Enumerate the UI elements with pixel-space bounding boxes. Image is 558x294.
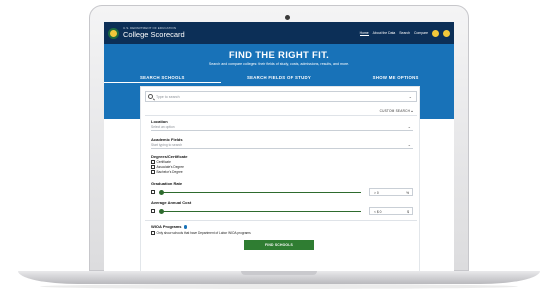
percent-unit: % — [406, 191, 409, 195]
search-icon — [148, 94, 153, 99]
degree-associate-checkbox[interactable]: Associate's Degree — [151, 165, 184, 169]
average-cost-checkbox[interactable] — [151, 209, 155, 213]
checkbox[interactable] — [151, 160, 155, 164]
nav-compare[interactable]: Compare — [414, 31, 428, 35]
brand[interactable]: U.S. DEPARTMENT OF EDUCATION College Sco… — [123, 27, 185, 39]
academic-fields-input[interactable]: Start typing to search ⌄ — [151, 142, 413, 149]
checkbox-label: Associate's Degree — [156, 165, 184, 169]
tab-search-fields-of-study[interactable]: SEARCH FIELDS OF STUDY — [221, 74, 338, 83]
degree-certificate-checkbox[interactable]: Certificate — [151, 160, 171, 164]
wioa-checkbox[interactable]: Only show schools that have Department o… — [151, 231, 251, 235]
tab-search-schools[interactable]: SEARCH SCHOOLS — [104, 74, 221, 83]
chevron-down-icon: ⌄ — [407, 124, 411, 129]
hero-title: FIND THE RIGHT FIT. — [228, 50, 330, 61]
wioa-label-text: WIOA Programs — [151, 224, 182, 229]
search-form: Type to search ⌄ CUSTOM SEARCH ▴ Locatio… — [140, 86, 420, 271]
location-placeholder: Select an option — [151, 125, 175, 129]
currency-unit: $ — [407, 210, 409, 214]
graduation-rate-slider-handle[interactable] — [159, 189, 164, 195]
divider — [145, 220, 417, 221]
average-cost-filter: < $ 0 $ — [151, 207, 413, 215]
average-cost-input[interactable]: < $ 0 $ — [369, 207, 413, 215]
academic-fields-placeholder: Start typing to search — [151, 143, 183, 147]
graduation-rate-checkbox[interactable] — [151, 190, 155, 194]
search-input[interactable]: Type to search ⌄ — [145, 91, 417, 102]
wioa-label: WIOA Programs — [151, 224, 188, 229]
custom-search-toggle[interactable]: CUSTOM SEARCH ▴ — [380, 109, 413, 113]
average-cost-slider-track[interactable] — [161, 210, 361, 212]
department-seal-icon — [108, 27, 119, 39]
info-icon[interactable] — [183, 225, 188, 229]
laptop-shadow — [40, 284, 518, 289]
tab-show-me-options[interactable]: SHOW ME OPTIONS — [337, 74, 454, 83]
checkbox-label: Only show schools that have Department o… — [156, 231, 251, 235]
location-select[interactable]: Select an option ⌄ — [151, 124, 413, 131]
checkbox-label: Certificate — [156, 160, 171, 164]
main-nav: Home About the Data Search Compare — [359, 29, 450, 37]
checkbox[interactable] — [151, 231, 155, 235]
graduation-rate-slider-track[interactable] — [161, 191, 361, 193]
average-cost-value: < $ 0 — [374, 210, 382, 214]
chevron-up-icon: ▴ — [411, 109, 413, 113]
nav-about-data[interactable]: About the Data — [373, 31, 396, 35]
laptop-notch — [241, 271, 317, 275]
laptop-screen: U.S. DEPARTMENT OF EDUCATION College Sco… — [104, 22, 454, 271]
chevron-down-icon: ⌄ — [408, 94, 412, 99]
nav-search[interactable]: Search — [399, 31, 410, 35]
custom-search-label: CUSTOM SEARCH — [379, 109, 411, 113]
academic-fields-label: Academic Fields — [151, 137, 183, 142]
hero-subtitle: Search and compare colleges: their field… — [208, 62, 350, 66]
find-schools-button[interactable]: FIND SCHOOLS — [244, 240, 314, 250]
site-header: U.S. DEPARTMENT OF EDUCATION College Sco… — [104, 22, 454, 44]
search-placeholder: Type to search — [156, 95, 180, 99]
graduation-rate-value: > 0 — [374, 191, 379, 195]
degrees-label: Degrees/Certificate — [151, 154, 188, 159]
chevron-down-icon: ⌄ — [407, 142, 411, 147]
checkbox[interactable] — [151, 170, 155, 174]
site-title: College Scorecard — [123, 30, 185, 40]
compare-schools-icon[interactable] — [432, 29, 439, 37]
compare-fields-icon[interactable] — [443, 29, 450, 37]
average-cost-slider-handle[interactable] — [159, 208, 164, 214]
nav-home[interactable]: Home — [359, 31, 369, 36]
average-cost-label: Average Annual Cost — [151, 200, 192, 205]
graduation-rate-label: Graduation Rate — [151, 181, 183, 186]
camera-icon — [285, 15, 290, 20]
search-tabs: SEARCH SCHOOLS SEARCH FIELDS OF STUDY SH… — [104, 74, 454, 83]
degree-bachelor-checkbox[interactable]: Bachelor's Degree — [151, 170, 183, 174]
checkbox-label: Bachelor's Degree — [156, 170, 183, 174]
divider — [145, 115, 417, 116]
graduation-rate-input[interactable]: > 0 % — [369, 188, 413, 196]
graduation-rate-filter: > 0 % — [151, 188, 413, 196]
location-label: Location — [151, 119, 168, 124]
checkbox[interactable] — [151, 165, 155, 169]
